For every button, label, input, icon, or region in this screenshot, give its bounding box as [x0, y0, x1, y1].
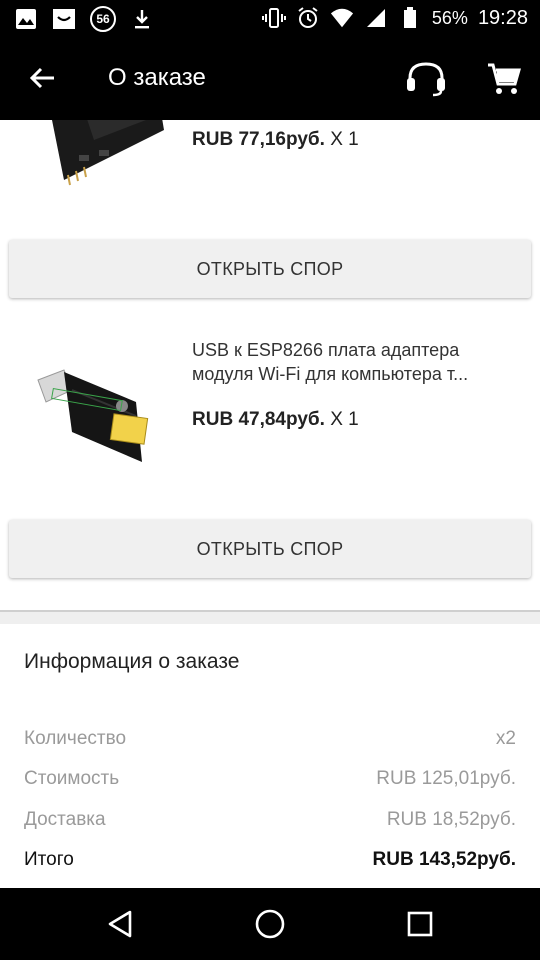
product-price: RUB 47,84руб. — [192, 409, 325, 430]
product-image[interactable] — [24, 350, 174, 490]
order-info-row-shipping: Доставка RUB 18,52руб. — [24, 809, 516, 831]
order-info-section: Информация о заказе Количество x2 Стоимо… — [0, 624, 540, 888]
row-label: Количество — [24, 728, 127, 749]
product-name[interactable]: USB к ESP8266 плата адаптера модуля Wi-F… — [192, 338, 522, 386]
row-value: RUB 18,52руб. — [386, 809, 516, 830]
headset-icon — [407, 62, 445, 97]
app-bar: О заказе — [0, 38, 540, 120]
support-button[interactable] — [402, 56, 450, 102]
row-value: RUB 125,01руб. — [376, 768, 516, 789]
status-bar-system: 56% 19:28 — [261, 6, 528, 30]
cart-icon — [488, 63, 521, 94]
row-label: Стоимость — [24, 768, 120, 789]
row-value: RUB 143,52руб. — [372, 849, 517, 870]
order-details-content[interactable]: RUB 77,16руб. X 1 ОТКРЫТЬ СПОР USB к ESP… — [0, 120, 540, 888]
download-icon — [130, 7, 154, 31]
notification-badge: 56 — [90, 6, 116, 32]
battery-icon — [398, 6, 422, 30]
product-price: RUB 77,16руб. — [192, 129, 325, 150]
section-gap — [0, 612, 540, 624]
row-value: x2 — [495, 728, 516, 749]
row-label: Доставка — [24, 809, 106, 830]
product-price-line: RUB 77,16руб. X 1 — [192, 129, 359, 151]
clock: 19:28 — [477, 6, 528, 29]
image-icon — [14, 7, 38, 31]
back-button[interactable] — [22, 58, 62, 98]
product-image[interactable] — [24, 120, 174, 200]
message-icon — [52, 7, 76, 31]
arrow-back-icon — [29, 67, 54, 89]
row-label: Итого — [24, 849, 74, 870]
page-title: О заказе — [108, 64, 206, 91]
triangle-back-icon — [108, 910, 132, 938]
square-recents-icon — [407, 911, 433, 937]
alarm-icon — [296, 6, 320, 30]
vibrate-icon — [261, 6, 286, 30]
wifi-icon — [330, 6, 354, 30]
order-info-title: Информация о заказе — [24, 650, 240, 673]
signal-icon — [364, 6, 388, 30]
product-price-line: RUB 47,84руб. X 1 — [192, 409, 359, 431]
product-qty: X 1 — [330, 409, 359, 430]
nav-recents-button[interactable] — [398, 904, 442, 944]
order-info-row-cost: Стоимость RUB 125,01руб. — [24, 768, 516, 790]
circle-home-icon — [255, 909, 285, 939]
order-info-row-total: Итого RUB 143,52руб. — [24, 849, 516, 871]
nav-back-button[interactable] — [98, 904, 142, 944]
system-nav-bar — [0, 888, 540, 960]
cart-button[interactable] — [482, 56, 526, 102]
nav-home-button[interactable] — [248, 904, 292, 944]
open-dispute-button[interactable]: ОТКРЫТЬ СПОР — [9, 520, 531, 578]
battery-percent: 56% — [431, 7, 468, 28]
status-bar-notifications: 56 — [14, 6, 154, 32]
status-bar: 56 56% 19:28 — [0, 0, 540, 38]
order-info-row-quantity: Количество x2 — [24, 728, 516, 750]
open-dispute-button[interactable]: ОТКРЫТЬ СПОР — [9, 240, 531, 298]
product-qty: X 1 — [330, 129, 359, 150]
